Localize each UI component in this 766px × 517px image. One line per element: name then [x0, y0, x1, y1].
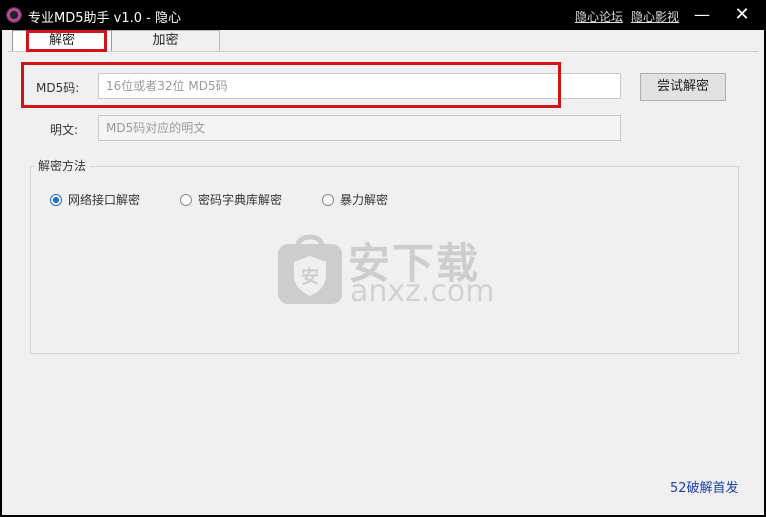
tab-bar: 解密 加密	[8, 30, 220, 52]
main-panel: 解密 加密 MD5码: 16位或者32位 MD5码 尝试解密 明文: MD5码对…	[2, 30, 764, 515]
minimize-button[interactable]: —	[682, 0, 722, 28]
tab-encrypt[interactable]: 加密	[112, 30, 220, 52]
plaintext-label: 明文:	[50, 123, 79, 137]
method-group-title: 解密方法	[34, 157, 91, 174]
footer-link[interactable]: 52破解首发	[670, 477, 739, 496]
radio-brute-force[interactable]: 暴力解密	[322, 191, 388, 208]
tab-divider	[8, 51, 758, 52]
tab-decrypt[interactable]: 解密	[12, 30, 112, 52]
video-link[interactable]: 隐心影视	[631, 8, 679, 25]
radio-label: 暴力解密	[340, 193, 389, 207]
plaintext-field[interactable]: MD5码对应的明文	[98, 115, 621, 141]
try-decrypt-button[interactable]: 尝试解密	[640, 73, 726, 101]
radio-dictionary[interactable]: 密码字典库解密	[180, 191, 282, 208]
title-bar: 专业MD5助手 v1.0 - 隐心 隐心论坛 隐心影视 — ✕	[0, 0, 766, 30]
radio-label: 密码字典库解密	[198, 193, 283, 207]
radio-unchecked-icon	[180, 193, 192, 206]
md5-input[interactable]: 16位或者32位 MD5码	[98, 73, 621, 99]
forum-link[interactable]: 隐心论坛	[575, 8, 623, 25]
radio-unchecked-icon	[322, 193, 334, 206]
radio-checked-icon	[50, 193, 62, 206]
radio-network-api[interactable]: 网络接口解密	[50, 191, 140, 208]
radio-label: 网络接口解密	[68, 193, 141, 207]
md5-label: MD5码:	[36, 81, 80, 95]
app-logo-icon	[6, 7, 22, 23]
close-button[interactable]: ✕	[722, 0, 762, 28]
window-title: 专业MD5助手 v1.0 - 隐心	[28, 11, 181, 26]
app-window: 专业MD5助手 v1.0 - 隐心 隐心论坛 隐心影视 — ✕ 解密 加密 MD…	[0, 0, 766, 517]
